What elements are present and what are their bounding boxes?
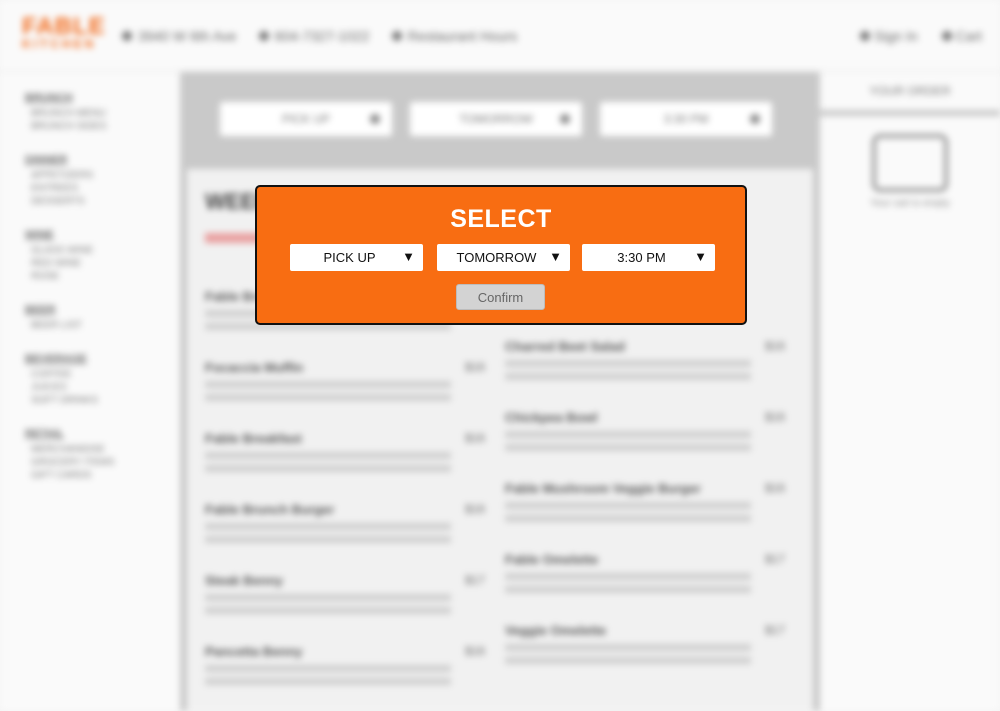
order-time-select[interactable]: 3:30 PM ▼: [582, 244, 715, 271]
chevron-down-icon: ▼: [402, 249, 415, 264]
order-day-value: TOMORROW: [456, 250, 537, 265]
chevron-down-icon: ▼: [694, 249, 707, 264]
order-mode-select[interactable]: PICK UP ▼: [290, 244, 423, 271]
chevron-down-icon: ▼: [549, 249, 562, 264]
order-day-select[interactable]: TOMORROW ▼: [437, 244, 570, 271]
confirm-button[interactable]: Confirm: [456, 284, 545, 310]
order-mode-value: PICK UP: [323, 250, 376, 265]
order-type-modal: SELECT PICK UP ▼ TOMORROW ▼ 3:30 PM ▼ Co…: [255, 185, 747, 325]
modal-title: SELECT: [450, 205, 552, 233]
modal-overlay: SELECT PICK UP ▼ TOMORROW ▼ 3:30 PM ▼ Co…: [0, 0, 1000, 711]
order-time-value: 3:30 PM: [617, 250, 666, 265]
